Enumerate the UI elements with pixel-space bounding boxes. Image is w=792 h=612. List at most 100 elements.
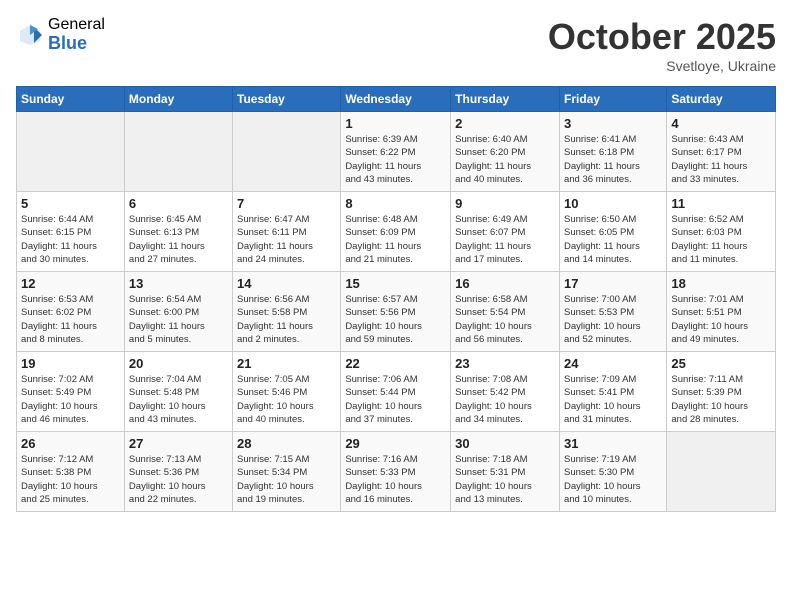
day-number: 11 — [671, 196, 771, 211]
day-number: 31 — [564, 436, 662, 451]
logo-text: General Blue — [48, 16, 105, 53]
day-number: 27 — [129, 436, 228, 451]
day-info: Sunrise: 7:09 AM Sunset: 5:41 PM Dayligh… — [564, 373, 662, 426]
day-number: 12 — [21, 276, 120, 291]
calendar-week-2: 5 Sunrise: 6:44 AM Sunset: 6:15 PM Daylig… — [17, 192, 776, 272]
day-number: 19 — [21, 356, 120, 371]
day-number: 10 — [564, 196, 662, 211]
day-info: Sunrise: 7:01 AM Sunset: 5:51 PM Dayligh… — [671, 293, 771, 346]
day-info: Sunrise: 6:41 AM Sunset: 6:18 PM Dayligh… — [564, 133, 662, 186]
calendar-cell: 21Sunrise: 7:05 AM Sunset: 5:46 PM Dayli… — [233, 352, 341, 432]
day-number: 17 — [564, 276, 662, 291]
weekday-header-monday: Monday — [124, 87, 232, 112]
calendar-table: SundayMondayTuesdayWednesdayThursdayFrid… — [16, 86, 776, 512]
calendar-cell: 17 Sunrise: 7:00 AM Sunset: 5:53 PM Dayli… — [559, 272, 666, 352]
day-info: Sunrise: 6:40 AM Sunset: 6:20 PM Dayligh… — [455, 133, 555, 186]
day-info: Sunrise: 6:44 AM Sunset: 6:15 PM Dayligh… — [21, 213, 120, 266]
day-number: 15 — [345, 276, 446, 291]
calendar-week-3: 12 Sunrise: 6:53 AM Sunset: 6:02 PM Dayli… — [17, 272, 776, 352]
calendar-cell: 22 Sunrise: 7:06 AM Sunset: 5:44 PM Dayli… — [341, 352, 451, 432]
month-title: October 2025 — [548, 16, 776, 58]
logo-general: General — [48, 16, 105, 34]
calendar-cell: 9 Sunrise: 6:49 AM Sunset: 6:07 PM Daylig… — [451, 192, 560, 272]
day-number: 24 — [564, 356, 662, 371]
day-info: Sunrise: 7:08 AM Sunset: 5:42 PM Dayligh… — [455, 373, 555, 426]
day-number: 23 — [455, 356, 555, 371]
calendar-cell: 27Sunrise: 7:13 AM Sunset: 5:36 PM Dayli… — [124, 432, 232, 512]
calendar-cell: 8 Sunrise: 6:48 AM Sunset: 6:09 PM Daylig… — [341, 192, 451, 272]
day-number: 30 — [455, 436, 555, 451]
weekday-header-tuesday: Tuesday — [233, 87, 341, 112]
calendar-cell — [124, 112, 232, 192]
logo-blue: Blue — [48, 34, 105, 54]
calendar-cell: 1 Sunrise: 6:39 AM Sunset: 6:22 PM Daylig… — [341, 112, 451, 192]
day-number: 3 — [564, 116, 662, 131]
day-number: 22 — [345, 356, 446, 371]
calendar-cell: 25 Sunrise: 7:11 AM Sunset: 5:39 PM Dayli… — [667, 352, 776, 432]
calendar-week-1: 1 Sunrise: 6:39 AM Sunset: 6:22 PM Daylig… — [17, 112, 776, 192]
day-number: 4 — [671, 116, 771, 131]
day-number: 25 — [671, 356, 771, 371]
calendar-cell: 13 Sunrise: 6:54 AM Sunset: 6:00 PM Dayli… — [124, 272, 232, 352]
calendar-week-4: 19 Sunrise: 7:02 AM Sunset: 5:49 PM Dayli… — [17, 352, 776, 432]
weekday-header-friday: Friday — [559, 87, 666, 112]
day-number: 5 — [21, 196, 120, 211]
weekday-header-sunday: Sunday — [17, 87, 125, 112]
calendar-cell: 28 Sunrise: 7:15 AM Sunset: 5:34 PM Dayli… — [233, 432, 341, 512]
day-info: Sunrise: 6:52 AM Sunset: 6:03 PM Dayligh… — [671, 213, 771, 266]
calendar-cell: 23 Sunrise: 7:08 AM Sunset: 5:42 PM Dayli… — [451, 352, 560, 432]
calendar-cell: 11 Sunrise: 6:52 AM Sunset: 6:03 PM Dayli… — [667, 192, 776, 272]
day-number: 9 — [455, 196, 555, 211]
day-info: Sunrise: 6:47 AM Sunset: 6:11 PM Dayligh… — [237, 213, 336, 266]
calendar-cell — [17, 112, 125, 192]
calendar-cell: 6Sunrise: 6:45 AM Sunset: 6:13 PM Daylig… — [124, 192, 232, 272]
title-area: October 2025 Svetloye, Ukraine — [548, 16, 776, 74]
calendar-cell: 18 Sunrise: 7:01 AM Sunset: 5:51 PM Dayli… — [667, 272, 776, 352]
day-info: Sunrise: 7:02 AM Sunset: 5:49 PM Dayligh… — [21, 373, 120, 426]
day-number: 16 — [455, 276, 555, 291]
calendar-cell: 29 Sunrise: 7:16 AM Sunset: 5:33 PM Dayli… — [341, 432, 451, 512]
day-info: Sunrise: 7:12 AM Sunset: 5:38 PM Dayligh… — [21, 453, 120, 506]
calendar-cell — [667, 432, 776, 512]
weekday-header-row: SundayMondayTuesdayWednesdayThursdayFrid… — [17, 87, 776, 112]
day-info: Sunrise: 6:39 AM Sunset: 6:22 PM Dayligh… — [345, 133, 446, 186]
calendar-cell: 12 Sunrise: 6:53 AM Sunset: 6:02 PM Dayli… — [17, 272, 125, 352]
day-number: 1 — [345, 116, 446, 131]
day-number: 13 — [129, 276, 228, 291]
calendar-cell: 5 Sunrise: 6:44 AM Sunset: 6:15 PM Daylig… — [17, 192, 125, 272]
logo-icon — [16, 21, 44, 49]
calendar-cell: 16 Sunrise: 6:58 AM Sunset: 5:54 PM Dayli… — [451, 272, 560, 352]
day-info: Sunrise: 6:45 AM Sunset: 6:13 PM Dayligh… — [129, 213, 228, 266]
day-info: Sunrise: 7:11 AM Sunset: 5:39 PM Dayligh… — [671, 373, 771, 426]
day-info: Sunrise: 7:05 AM Sunset: 5:46 PM Dayligh… — [237, 373, 336, 426]
calendar-cell: 30 Sunrise: 7:18 AM Sunset: 5:31 PM Dayli… — [451, 432, 560, 512]
day-info: Sunrise: 6:43 AM Sunset: 6:17 PM Dayligh… — [671, 133, 771, 186]
calendar-cell: 14Sunrise: 6:56 AM Sunset: 5:58 PM Dayli… — [233, 272, 341, 352]
calendar-cell: 20 Sunrise: 7:04 AM Sunset: 5:48 PM Dayli… — [124, 352, 232, 432]
day-info: Sunrise: 6:53 AM Sunset: 6:02 PM Dayligh… — [21, 293, 120, 346]
calendar-cell: 31Sunrise: 7:19 AM Sunset: 5:30 PM Dayli… — [559, 432, 666, 512]
day-number: 20 — [129, 356, 228, 371]
day-number: 29 — [345, 436, 446, 451]
calendar-cell: 10Sunrise: 6:50 AM Sunset: 6:05 PM Dayli… — [559, 192, 666, 272]
day-number: 18 — [671, 276, 771, 291]
day-info: Sunrise: 7:06 AM Sunset: 5:44 PM Dayligh… — [345, 373, 446, 426]
day-number: 28 — [237, 436, 336, 451]
calendar-cell: 15Sunrise: 6:57 AM Sunset: 5:56 PM Dayli… — [341, 272, 451, 352]
day-info: Sunrise: 6:56 AM Sunset: 5:58 PM Dayligh… — [237, 293, 336, 346]
day-info: Sunrise: 6:58 AM Sunset: 5:54 PM Dayligh… — [455, 293, 555, 346]
calendar-cell: 4 Sunrise: 6:43 AM Sunset: 6:17 PM Daylig… — [667, 112, 776, 192]
day-number: 8 — [345, 196, 446, 211]
day-info: Sunrise: 7:15 AM Sunset: 5:34 PM Dayligh… — [237, 453, 336, 506]
day-info: Sunrise: 7:00 AM Sunset: 5:53 PM Dayligh… — [564, 293, 662, 346]
location: Svetloye, Ukraine — [548, 58, 776, 74]
calendar-cell: 19 Sunrise: 7:02 AM Sunset: 5:49 PM Dayli… — [17, 352, 125, 432]
day-info: Sunrise: 7:18 AM Sunset: 5:31 PM Dayligh… — [455, 453, 555, 506]
day-info: Sunrise: 6:48 AM Sunset: 6:09 PM Dayligh… — [345, 213, 446, 266]
logo: General Blue — [16, 16, 105, 53]
day-info: Sunrise: 6:54 AM Sunset: 6:00 PM Dayligh… — [129, 293, 228, 346]
day-info: Sunrise: 7:16 AM Sunset: 5:33 PM Dayligh… — [345, 453, 446, 506]
day-number: 2 — [455, 116, 555, 131]
day-info: Sunrise: 7:04 AM Sunset: 5:48 PM Dayligh… — [129, 373, 228, 426]
day-info: Sunrise: 6:49 AM Sunset: 6:07 PM Dayligh… — [455, 213, 555, 266]
